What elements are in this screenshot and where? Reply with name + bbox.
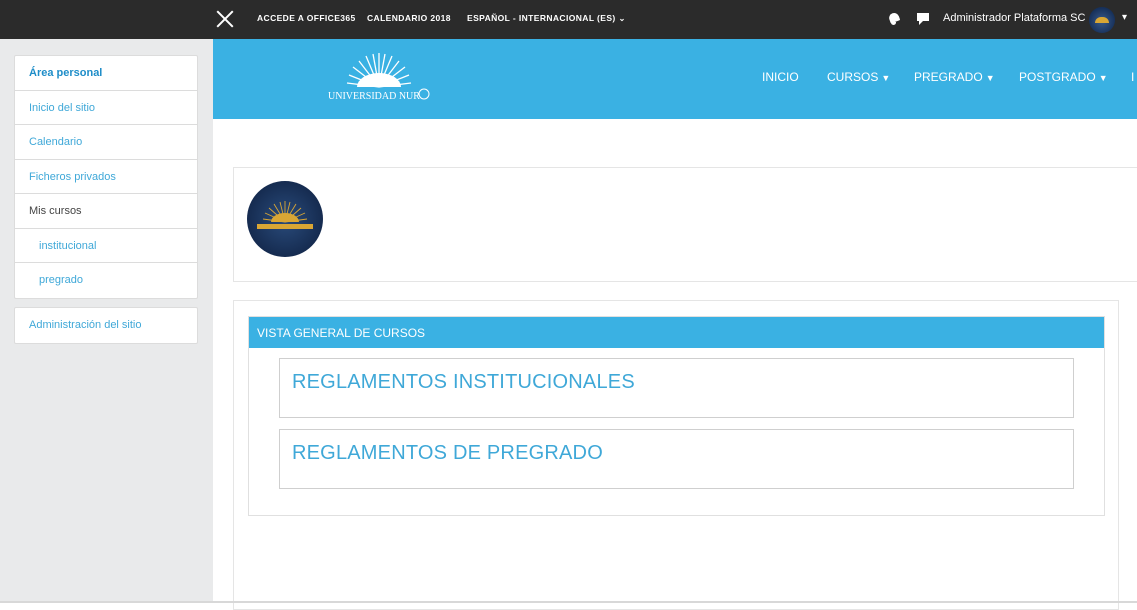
course-link-pregrado[interactable]: REGLAMENTOS DE PREGRADO xyxy=(292,442,603,465)
sidebar-item-inicio-sitio[interactable]: Inicio del sitio xyxy=(15,91,197,125)
course-header-card xyxy=(233,167,1137,282)
site-header: UNIVERSIDAD NUR INICIO CURSOS ▼ PREGRADO ▼… xyxy=(213,39,1137,119)
block-title: VISTA GENERAL DE CURSOS xyxy=(249,317,1104,348)
user-menu-chevron-icon[interactable]: ▾ xyxy=(1122,12,1127,23)
nav-cursos-label: CURSOS xyxy=(827,70,879,84)
sidebar-item-area-personal[interactable]: Área personal xyxy=(15,56,197,91)
sidebar-item-administracion[interactable]: Administración del sitio xyxy=(15,308,197,343)
language-menu[interactable]: ESPAÑOL - INTERNACIONAL (ES) ⌄ xyxy=(467,13,626,23)
nav-cursos[interactable]: CURSOS ▼ xyxy=(827,70,890,84)
chevron-down-icon: ▼ xyxy=(881,73,891,83)
sidebar-item-institucional[interactable]: institucional xyxy=(15,229,197,263)
notifications-bell-icon[interactable] xyxy=(888,12,900,26)
sidebar-item-mis-cursos: Mis cursos xyxy=(15,194,197,229)
messages-chat-icon[interactable] xyxy=(917,13,929,25)
office365-link[interactable]: ACCEDE A OFFICE365 xyxy=(257,13,356,23)
sidebar: Área personal Inicio del sitio Calendari… xyxy=(0,39,213,603)
nav-more[interactable]: I xyxy=(1131,70,1134,84)
user-name[interactable]: Administrador Plataforma SC xyxy=(943,12,1085,24)
course-item: REGLAMENTOS DE PREGRADO xyxy=(279,429,1074,489)
nav-pregrado[interactable]: PREGRADO ▼ xyxy=(914,70,995,84)
chevron-down-icon: ▼ xyxy=(1098,73,1108,83)
top-navbar: ACCEDE A OFFICE365 CALENDARIO 2018 ESPAÑ… xyxy=(0,0,1137,39)
nav-drawer-block: Área personal Inicio del sitio Calendari… xyxy=(14,55,198,299)
chevron-down-icon: ▼ xyxy=(985,73,995,83)
sidebar-item-pregrado[interactable]: pregrado xyxy=(15,263,197,298)
nav-inicio[interactable]: INICIO xyxy=(762,70,799,84)
course-logo-avatar xyxy=(247,181,323,257)
calendar-2018-link[interactable]: CALENDARIO 2018 xyxy=(367,13,451,23)
sun-logo-icon xyxy=(257,201,313,229)
nav-postgrado-label: POSTGRADO xyxy=(1019,70,1096,84)
chevron-down-icon: ⌄ xyxy=(618,14,626,23)
nav-postgrado[interactable]: POSTGRADO ▼ xyxy=(1019,70,1108,84)
user-avatar[interactable] xyxy=(1089,7,1115,33)
course-overview-block: VISTA GENERAL DE CURSOS REGLAMENTOS INST… xyxy=(248,316,1105,516)
language-label: ESPAÑOL - INTERNACIONAL (ES) xyxy=(467,13,616,23)
course-link-institucionales[interactable]: REGLAMENTOS INSTITUCIONALES xyxy=(292,371,635,394)
close-drawer-icon[interactable] xyxy=(215,9,235,29)
nav-pregrado-label: PREGRADO xyxy=(914,70,983,84)
nav-admin-block: Administración del sitio xyxy=(14,307,198,344)
sidebar-item-calendario[interactable]: Calendario xyxy=(15,125,197,160)
logo-text: UNIVERSIDAD NUR xyxy=(328,91,420,102)
course-item: REGLAMENTOS INSTITUCIONALES xyxy=(279,358,1074,418)
universidad-nur-logo[interactable]: UNIVERSIDAD NUR xyxy=(327,53,432,103)
sidebar-item-ficheros-privados[interactable]: Ficheros privados xyxy=(15,160,197,194)
